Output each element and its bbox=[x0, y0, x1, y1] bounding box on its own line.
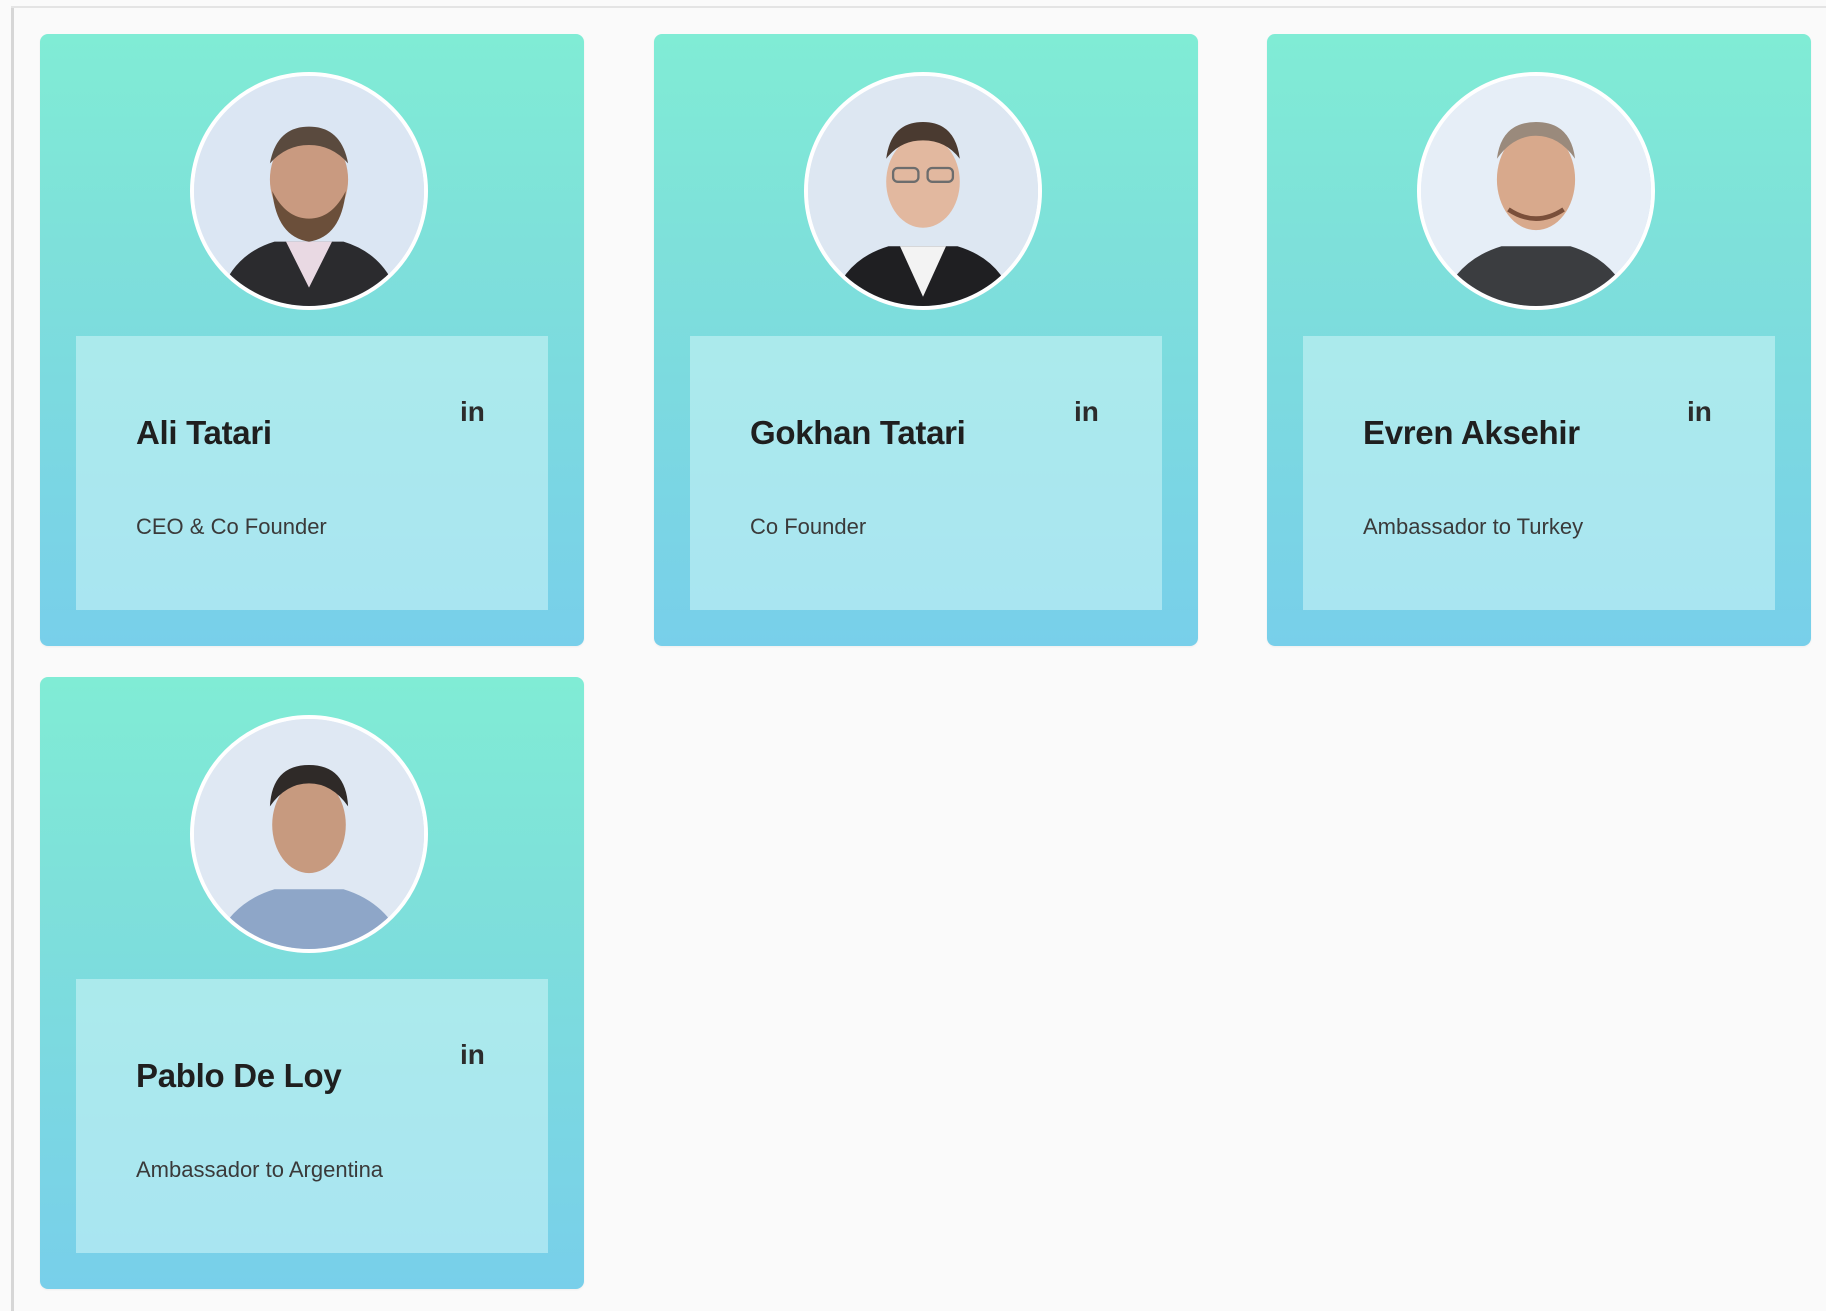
team-card: Evren Aksehir in Ambassador to Turkey bbox=[1267, 34, 1811, 646]
team-card: Gokhan Tatari in Co Founder bbox=[654, 34, 1198, 646]
person-photo-icon bbox=[194, 76, 424, 306]
member-role: Ambassador to Turkey bbox=[1363, 514, 1584, 539]
member-info-panel: Pablo De Loy in Ambassador to Argentina bbox=[76, 979, 548, 1253]
team-card: Ali Tatari in CEO & Co Founder bbox=[40, 34, 584, 646]
member-name: Gokhan Tatari bbox=[750, 414, 966, 451]
linkedin-icon[interactable]: in bbox=[1074, 396, 1099, 428]
member-name: Evren Aksehir bbox=[1363, 414, 1580, 451]
frame-top-border bbox=[11, 6, 1826, 8]
linkedin-icon[interactable]: in bbox=[1687, 396, 1712, 428]
member-role: CEO & Co Founder bbox=[136, 514, 327, 539]
member-info-panel: Evren Aksehir in Ambassador to Turkey bbox=[1303, 336, 1775, 610]
person-photo-icon bbox=[194, 719, 424, 949]
member-info-panel: Ali Tatari in CEO & Co Founder bbox=[76, 336, 548, 610]
member-role: Co Founder bbox=[750, 514, 867, 539]
member-name: Pablo De Loy bbox=[136, 1057, 342, 1094]
team-card: Pablo De Loy in Ambassador to Argentina bbox=[40, 677, 584, 1289]
member-name: Ali Tatari bbox=[136, 414, 272, 451]
frame-left-border bbox=[11, 8, 14, 1311]
person-photo-icon bbox=[808, 76, 1038, 306]
person-photo-icon bbox=[1421, 76, 1651, 306]
member-role: Ambassador to Argentina bbox=[136, 1157, 384, 1182]
member-info-panel: Gokhan Tatari in Co Founder bbox=[690, 336, 1162, 610]
avatar bbox=[804, 72, 1042, 310]
linkedin-icon[interactable]: in bbox=[460, 1039, 485, 1071]
avatar bbox=[190, 72, 428, 310]
avatar bbox=[1417, 72, 1655, 310]
avatar bbox=[190, 715, 428, 953]
linkedin-icon[interactable]: in bbox=[460, 396, 485, 428]
